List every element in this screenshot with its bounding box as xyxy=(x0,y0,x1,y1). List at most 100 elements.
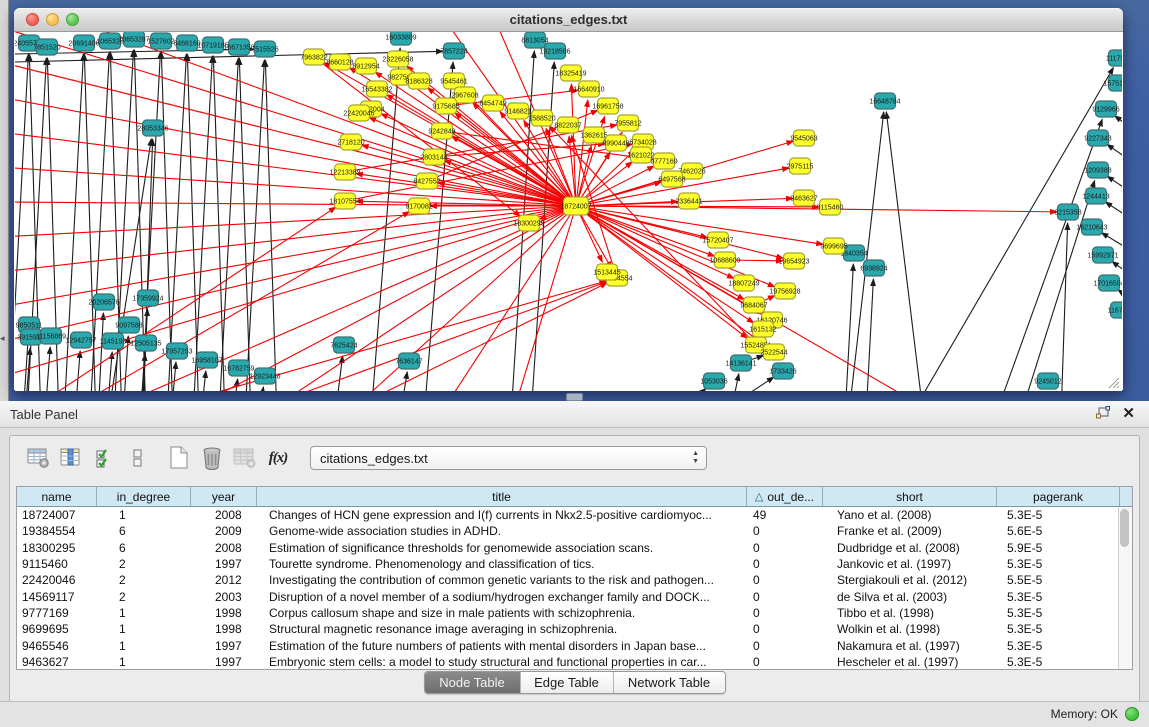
table-row[interactable]: 969969511998Structural magnetic resonanc… xyxy=(17,621,1132,637)
column-header-out_de[interactable]: △out_de... xyxy=(747,487,823,506)
table-scrollbar-thumb[interactable] xyxy=(1120,509,1129,547)
float-panel-icon[interactable] xyxy=(1095,406,1111,426)
graph-edge[interactable] xyxy=(886,112,921,391)
table-cell: Nakamura et al. (1997) xyxy=(823,639,997,653)
graph-node-label: 12942757 xyxy=(65,337,96,344)
select-all-icon[interactable] xyxy=(90,444,120,472)
graph-edge[interactable] xyxy=(245,60,264,391)
graph-node-label: 22420046 xyxy=(343,110,374,117)
graph-edge[interactable] xyxy=(730,374,739,391)
graph-node-label: 9545063 xyxy=(790,135,817,142)
graph-node-label: 1362615 xyxy=(580,132,607,139)
table-row[interactable]: 946362711997Embryonic stem cells: a mode… xyxy=(17,654,1132,670)
graph-edge[interactable] xyxy=(15,97,576,206)
window-titlebar[interactable]: citations_edges.txt xyxy=(14,8,1123,32)
graph-node-label: 12213389 xyxy=(329,169,360,176)
graph-node-label: 10688609 xyxy=(709,257,740,264)
graph-edge[interactable] xyxy=(265,282,607,391)
graph-edge[interactable] xyxy=(675,388,706,391)
graph-edge[interactable] xyxy=(355,283,607,391)
table-cell: 9463627 xyxy=(17,655,97,669)
column-header-pagerank[interactable]: pagerank xyxy=(997,487,1120,506)
graph-edge[interactable] xyxy=(15,62,576,206)
table-row[interactable]: 911546021997Tourette syndrome. Phenomeno… xyxy=(17,556,1132,572)
graph-edge[interactable] xyxy=(35,207,336,391)
graph-node-label: 18300295 xyxy=(513,220,544,227)
graph-node-label: 2803144 xyxy=(420,154,447,161)
graph-node-label: 15751074 xyxy=(1103,80,1122,87)
table-row[interactable]: 1938455462009Genome-wide association stu… xyxy=(17,523,1132,539)
desktop: ◂ citations_edges.txt 240557247851520206… xyxy=(0,0,1149,401)
network-canvas[interactable]: 2405572478515202069140610653281065328715… xyxy=(15,32,1122,391)
graph-edge[interactable] xyxy=(201,371,206,391)
graph-node-label: 1527602 xyxy=(147,38,174,45)
graph-node-label: 9245012 xyxy=(1034,378,1061,385)
graph-edge[interactable] xyxy=(45,347,50,391)
graph-node-label: 9699695 xyxy=(820,243,847,250)
table-cell: Wolkin et al. (1998) xyxy=(823,622,997,636)
graph-edge[interactable] xyxy=(98,313,103,391)
graph-edge[interactable] xyxy=(15,206,576,342)
graph-node-label: 9129966 xyxy=(1092,106,1119,113)
graph-edge[interactable] xyxy=(576,206,783,258)
create-table-icon[interactable] xyxy=(164,444,194,472)
table-row[interactable]: 1872400712008Changes of HCN gene express… xyxy=(17,507,1132,523)
resize-grip[interactable] xyxy=(1106,375,1120,389)
graph-edge[interactable] xyxy=(576,206,823,244)
graph-node-label: 20691406 xyxy=(68,40,99,47)
column-header-short[interactable]: short xyxy=(823,487,997,506)
tab-node-table[interactable]: Node Table xyxy=(425,672,520,693)
table-selector-dropdown[interactable]: citations_edges.txt ▲▼ xyxy=(310,446,707,470)
table-panel-title: Table Panel xyxy=(10,407,78,422)
table-row[interactable]: 1456911722003Disruption of a novel membe… xyxy=(17,588,1132,604)
graph-node-label: 1117534 xyxy=(1106,55,1122,62)
column-header-title[interactable]: title xyxy=(257,487,747,506)
graph-edge[interactable] xyxy=(1061,223,1068,391)
table-row[interactable]: 946554611997Estimation of the future num… xyxy=(17,637,1132,653)
table-cell: Changes of HCN gene expression and I(f) … xyxy=(257,508,747,522)
table-cell: 0 xyxy=(747,573,823,587)
graph-edge[interactable] xyxy=(15,167,576,206)
select-columns-icon[interactable] xyxy=(57,444,87,472)
graph-node-label: 7515526 xyxy=(251,46,278,53)
graph-edge[interactable] xyxy=(845,264,853,391)
graph-edge[interactable] xyxy=(75,351,80,391)
graph-edge[interactable] xyxy=(193,56,212,391)
graph-node-label: 16640910 xyxy=(573,86,604,93)
function-builder-icon[interactable]: f(x) xyxy=(263,444,293,472)
table-cell: Tibbo et al. (1998) xyxy=(823,606,997,620)
column-header-in_degree[interactable]: in_degree xyxy=(97,487,191,506)
graph-edge[interactable] xyxy=(335,356,343,391)
tab-network-table[interactable]: Network Table xyxy=(613,672,725,693)
column-header-year[interactable]: year xyxy=(191,487,257,506)
deselect-icon[interactable] xyxy=(123,444,153,472)
delete-table-icon[interactable] xyxy=(197,444,227,472)
graph-node-label: 16543382 xyxy=(361,86,392,93)
graph-edge[interactable] xyxy=(1115,116,1122,162)
graph-node-label: 1588520 xyxy=(528,115,555,122)
graph-node-label: 2336441 xyxy=(675,198,702,205)
table-settings-icon[interactable] xyxy=(24,444,54,472)
graph-edge[interactable] xyxy=(445,206,576,391)
column-header-name[interactable]: name xyxy=(17,487,97,506)
graph-edge[interactable] xyxy=(995,119,1102,391)
network-view[interactable]: 2405572478515202069140610653281065328715… xyxy=(15,32,1122,391)
close-panel-icon[interactable]: ✕ xyxy=(1122,404,1135,422)
attribute-table[interactable]: namein_degreeyeartitle△out_de...shortpag… xyxy=(16,486,1133,670)
graph-edge[interactable] xyxy=(15,206,576,237)
table-cell: 9699695 xyxy=(17,622,97,636)
table-row[interactable]: 977716911998Corpus callosum shape and si… xyxy=(17,605,1132,621)
tab-edge-table[interactable]: Edge Table xyxy=(520,672,613,693)
panel-collapse-arrow[interactable]: ◂ xyxy=(0,334,5,343)
graph-node-label: 1053036 xyxy=(700,378,727,385)
table-row[interactable]: 1830029562008Estimation of significance … xyxy=(17,540,1132,556)
table-row[interactable]: 2242004622012Investigating the contribut… xyxy=(17,572,1132,588)
graph-edge[interactable] xyxy=(259,387,263,391)
table-body: 1872400712008Changes of HCN gene express… xyxy=(17,507,1132,670)
splitter-handle[interactable] xyxy=(566,393,583,401)
table-scrollbar[interactable] xyxy=(1118,507,1132,669)
memory-status-icon xyxy=(1125,707,1139,721)
graph-node-label: 1167533 xyxy=(1108,307,1122,314)
table-cell: 5.5E-5 xyxy=(997,573,1120,587)
graph-node-label: 19218586 xyxy=(539,48,570,55)
